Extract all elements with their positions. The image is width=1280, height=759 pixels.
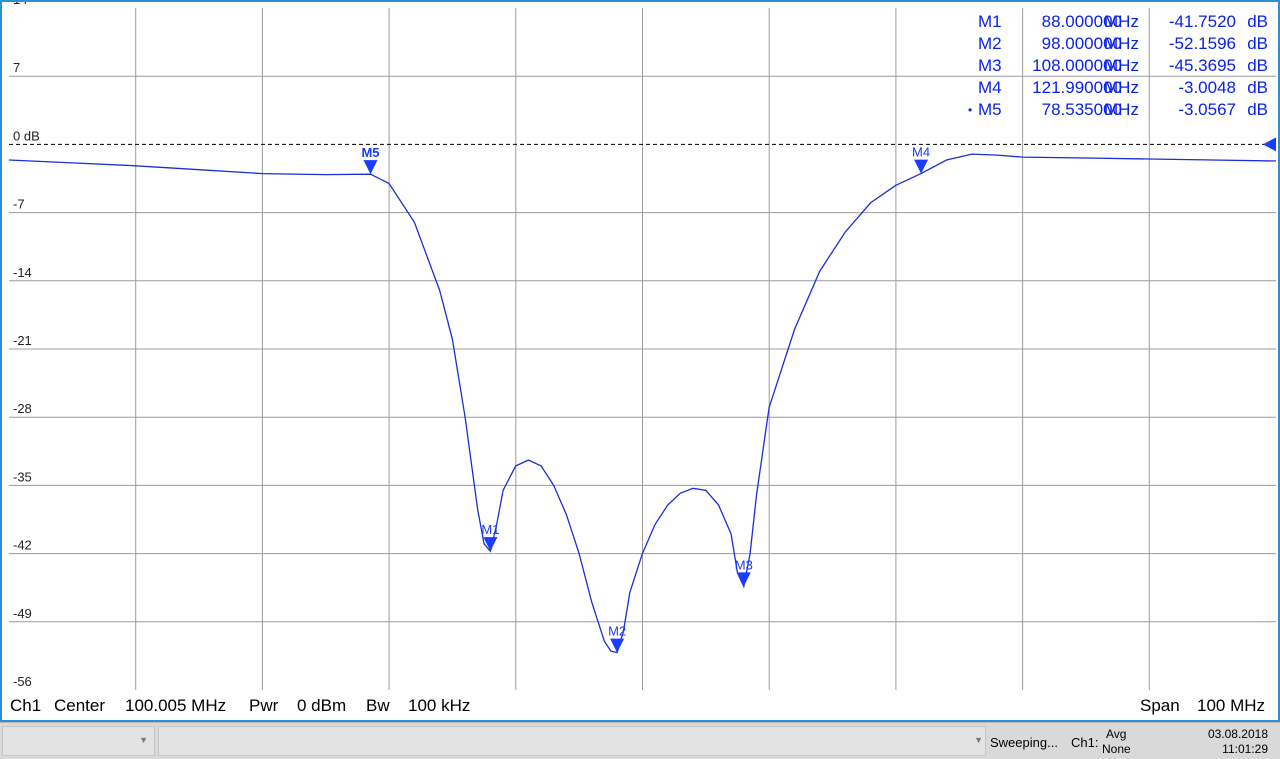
marker-name: M2	[978, 34, 1002, 53]
chevron-down-icon: ▼	[974, 735, 983, 745]
y-tick-label: -56	[13, 674, 32, 689]
marker-frequency-unit: MHz	[1104, 12, 1139, 31]
status-date: 03.08.2018	[1207, 727, 1268, 741]
center-label: Center	[54, 696, 106, 715]
marker-label: M5	[361, 145, 379, 160]
y-tick-label: -14	[13, 265, 32, 280]
y-tick-label: 7	[13, 60, 20, 75]
marker-table: M1 88.000000 MHz -41.7520 dB M2 98.000000 MHz -5…	[968, 11, 1268, 121]
y-tick-label: -28	[13, 401, 32, 416]
status-bar: ▼ ▼ Sweeping... Ch1: Avg None 03.08.2018…	[0, 722, 1280, 759]
y-tick-label: -21	[13, 333, 32, 348]
marker-value: -3.0048	[1178, 78, 1236, 97]
bandwidth-value[interactable]: 100 kHz	[408, 696, 470, 716]
marker-triangle-icon	[363, 160, 378, 175]
marker-name: M3	[978, 56, 1002, 75]
marker-value-unit: dB	[1247, 56, 1268, 75]
marker-value: -45.3695	[1168, 56, 1236, 75]
marker-value-unit: dB	[1247, 34, 1268, 53]
marker-triangle-icon	[483, 537, 498, 552]
y-tick-label: -49	[13, 606, 32, 621]
marker-table-row[interactable]: M3 108.000000 MHz -45.3695 dB	[968, 55, 1268, 77]
center-value[interactable]: 100.005 MHz	[125, 696, 226, 716]
marker-label: M4	[912, 145, 930, 160]
marker-value-unit: dB	[1247, 100, 1268, 119]
avg-value: None	[1102, 742, 1131, 756]
marker-table-row[interactable]: M1 88.000000 MHz -41.7520 dB	[968, 11, 1268, 33]
marker-value: -52.1596	[1168, 34, 1236, 53]
status-channel: Ch1:	[1071, 735, 1099, 750]
y-tick-label: -35	[13, 469, 32, 484]
marker-label: M3	[735, 557, 753, 572]
marker-table-row[interactable]: M4 121.990000 MHz -3.0048 dB	[968, 77, 1268, 99]
marker-table-row[interactable]: • M5 78.535000 MHz -3.0567 dB	[968, 99, 1268, 121]
marker-frequency-unit: MHz	[1104, 34, 1139, 53]
marker-label: M2	[608, 624, 626, 639]
marker-value-unit: dB	[1247, 78, 1268, 97]
marker-name: M5	[978, 100, 1002, 119]
chevron-down-icon: ▼	[139, 735, 148, 745]
channel-label: Ch1	[10, 696, 42, 715]
marker-value: -3.0567	[1178, 100, 1236, 119]
y-tick-label: 0 dB	[13, 128, 40, 143]
channel-info-bar: Ch1 Center 100.005 MHz Pwr 0 dBm Bw 100 …	[4, 692, 1278, 722]
span-value[interactable]: 100 MHz	[1197, 696, 1265, 716]
marker-value: -41.7520	[1168, 12, 1236, 31]
marker-triangle-icon	[610, 638, 625, 653]
softkey-dropdown-2[interactable]: ▼	[158, 726, 986, 756]
marker-triangle-icon	[736, 572, 751, 587]
status-time: 11:01:29	[1222, 742, 1268, 756]
marker-name: M4	[978, 78, 1002, 97]
span-label: Span	[1140, 696, 1180, 715]
y-tick-label: -42	[13, 538, 32, 553]
sweep-status: Sweeping...	[990, 735, 1058, 750]
marker-name: M1	[978, 12, 1002, 31]
trace-window: 14 7 0 dB -7 -14 -21 -28 -35 -42 -49 -56 M1 M2 M3 M4 M5…	[0, 0, 1280, 722]
avg-label: Avg	[1106, 727, 1127, 741]
active-marker-dot-icon: •	[968, 103, 973, 117]
y-tick-label: -7	[13, 197, 25, 212]
power-value[interactable]: 0 dBm	[297, 696, 346, 716]
softkey-dropdown-1[interactable]: ▼	[2, 726, 155, 756]
marker-label: M1	[481, 522, 499, 537]
marker-table-row[interactable]: M2 98.000000 MHz -52.1596 dB	[968, 33, 1268, 55]
marker-frequency-unit: MHz	[1104, 100, 1139, 119]
y-tick-label: 14	[13, 2, 27, 7]
marker-value-unit: dB	[1247, 12, 1268, 31]
power-label: Pwr	[249, 696, 279, 715]
bandwidth-label: Bw	[366, 696, 390, 715]
marker-frequency-unit: MHz	[1104, 78, 1139, 97]
marker-frequency-unit: MHz	[1104, 56, 1139, 75]
reference-level-icon	[1263, 137, 1276, 152]
